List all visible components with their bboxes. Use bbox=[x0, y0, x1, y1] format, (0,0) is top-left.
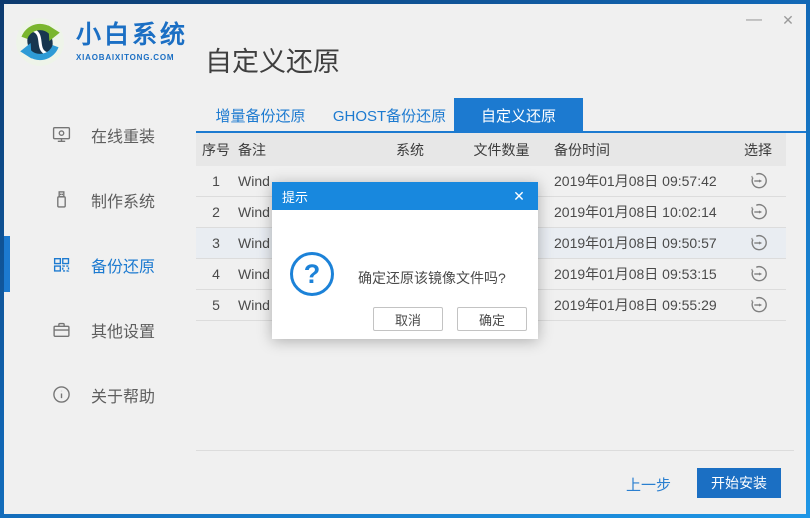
sidebar-item-label: 在线重装 bbox=[91, 128, 156, 146]
cell-seq: 2 bbox=[212, 204, 220, 220]
sidebar-item-other-settings[interactable]: 其他设置 bbox=[4, 297, 190, 362]
restore-icon[interactable] bbox=[748, 171, 768, 191]
cell-seq: 3 bbox=[212, 235, 220, 251]
monitor-icon bbox=[52, 125, 71, 144]
sidebar: 在线重装 制作系统 备份还原 其他设置 关于帮助 bbox=[4, 102, 190, 427]
brand-name: 小白系统 bbox=[76, 21, 189, 50]
dialog-body: ? 确定还原该镜像文件吗? 取消 确定 bbox=[272, 210, 538, 339]
confirm-dialog: 提示 ✕ ? 确定还原该镜像文件吗? 取消 确定 bbox=[272, 182, 538, 339]
close-icon[interactable]: ✕ bbox=[778, 10, 798, 30]
header-file-count: 文件数量 bbox=[473, 141, 530, 158]
cancel-button[interactable]: 取消 bbox=[373, 307, 443, 331]
header-backup-time: 备份时间 bbox=[554, 141, 610, 158]
dialog-title: 提示 bbox=[282, 189, 309, 205]
sidebar-item-about-help[interactable]: 关于帮助 bbox=[4, 362, 190, 427]
brand-logo-icon bbox=[14, 16, 66, 68]
restore-icon[interactable] bbox=[748, 233, 768, 253]
ok-button[interactable]: 确定 bbox=[457, 307, 527, 331]
app-window-frame: — ✕ 小白系统 XIAOBAIXITONG.COM 在线重装 制作系统 备份还… bbox=[0, 0, 810, 518]
sidebar-item-online-reinstall[interactable]: 在线重装 bbox=[4, 102, 190, 167]
tab-ghost-backup-restore[interactable]: GHOST备份还原 bbox=[325, 98, 454, 133]
tab-custom-restore[interactable]: 自定义还原 bbox=[454, 98, 583, 133]
app-logo: 小白系统 XIAOBAIXITONG.COM bbox=[14, 16, 188, 68]
sidebar-item-make-system[interactable]: 制作系统 bbox=[4, 167, 190, 232]
previous-step-button[interactable]: 上一步 bbox=[626, 474, 671, 495]
header-select: 选择 bbox=[744, 141, 772, 158]
restore-icon[interactable] bbox=[748, 202, 768, 222]
cell-seq: 5 bbox=[212, 297, 220, 313]
dialog-titlebar: 提示 ✕ bbox=[272, 182, 538, 210]
app-window: — ✕ 小白系统 XIAOBAIXITONG.COM 在线重装 制作系统 备份还… bbox=[4, 4, 806, 514]
dialog-close-icon[interactable]: ✕ bbox=[510, 188, 528, 205]
cell-seq: 4 bbox=[212, 266, 220, 282]
brand-domain: XIAOBAIXITONG.COM bbox=[76, 52, 175, 62]
header-system: 系统 bbox=[396, 141, 424, 158]
tab-incremental-backup-restore[interactable]: 增量备份还原 bbox=[196, 98, 325, 133]
minimize-icon[interactable]: — bbox=[744, 10, 764, 30]
window-controls: — ✕ bbox=[744, 10, 798, 30]
cell-time: 2019年01月08日 09:53:15 bbox=[554, 266, 717, 282]
brand-text: 小白系统 XIAOBAIXITONG.COM bbox=[76, 22, 188, 62]
footer-divider bbox=[196, 450, 794, 451]
page-title: 自定义还原 bbox=[205, 47, 340, 77]
cell-seq: 1 bbox=[212, 173, 220, 189]
restore-icon[interactable] bbox=[748, 264, 768, 284]
restore-icon[interactable] bbox=[748, 295, 768, 315]
sidebar-item-label: 其他设置 bbox=[91, 323, 156, 341]
table-header-row: 序号 备注 系统 文件数量 备份时间 选择 bbox=[196, 133, 786, 166]
info-icon bbox=[52, 385, 71, 404]
dialog-message: 确定还原该镜像文件吗? bbox=[358, 270, 506, 286]
sidebar-item-label: 关于帮助 bbox=[91, 388, 156, 406]
backup-squares-icon bbox=[52, 255, 71, 274]
sidebar-item-label: 制作系统 bbox=[91, 193, 156, 211]
start-install-button[interactable]: 开始安装 bbox=[697, 468, 781, 498]
header-seq: 序号 bbox=[202, 141, 230, 158]
sidebar-item-backup-restore[interactable]: 备份还原 bbox=[4, 232, 190, 297]
sidebar-item-label: 备份还原 bbox=[91, 258, 156, 276]
header-remark: 备注 bbox=[238, 141, 266, 158]
usb-drive-icon bbox=[52, 190, 71, 209]
question-mark-icon: ? bbox=[290, 252, 334, 296]
tab-bar: 增量备份还原 GHOST备份还原 自定义还原 bbox=[196, 98, 583, 133]
dialog-buttons: 取消 确定 bbox=[373, 307, 527, 331]
cell-time: 2019年01月08日 09:50:57 bbox=[554, 235, 717, 251]
briefcase-icon bbox=[52, 320, 71, 339]
cell-time: 2019年01月08日 09:57:42 bbox=[554, 173, 717, 189]
cell-time: 2019年01月08日 09:55:29 bbox=[554, 297, 717, 313]
cell-time: 2019年01月08日 10:02:14 bbox=[554, 204, 717, 220]
